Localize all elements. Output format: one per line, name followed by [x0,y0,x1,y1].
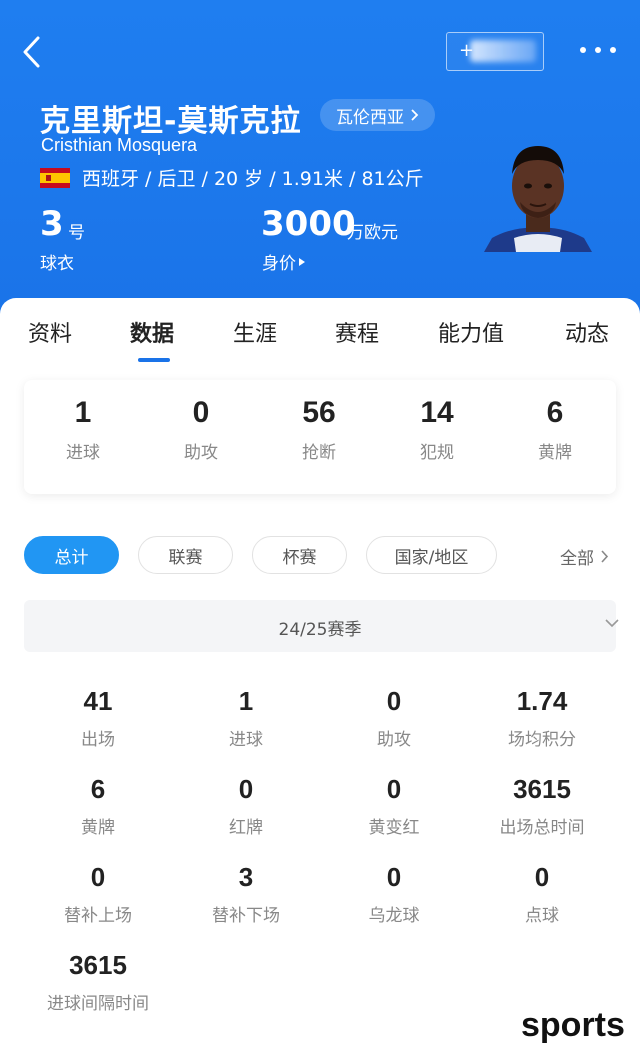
stat-label: 乌龙球 [368,906,420,926]
stat-label: 助攻 [377,730,411,750]
player-header: + 克里斯坦-莫斯克拉 瓦伦西亚 Cristhian Mosquera 西班牙 … [0,0,640,330]
stat-cell: 0 黄变红 [320,774,468,838]
more-options-icon[interactable] [580,38,616,62]
caret-right-icon [299,257,305,266]
stat-label: 进球间隔时间 [47,994,149,1014]
summary-label: 进球 [66,443,100,463]
stat-value: 41 [83,686,113,716]
stat-label: 红牌 [229,818,263,838]
season-selector[interactable]: 24/25赛季 [24,600,619,652]
stat-label: 进球 [229,730,263,750]
summary-label: 犯规 [420,443,454,463]
stat-label: 出场 [81,730,115,750]
club-name: 瓦伦西亚 [336,107,404,128]
summary-value: 6 [546,396,564,429]
filter-chip-league[interactable]: 联赛 [138,536,233,574]
stat-value: 0 [90,862,106,892]
stat-value: 3615 [69,950,127,980]
stat-cell: 41 出场 [24,686,172,750]
watermark-logo: sports [521,1006,625,1044]
chevron-right-icon [601,550,609,563]
stat-cell: 0 替补上场 [24,862,172,926]
tab-bar: 资料 数据 生涯 赛程 能力值 动态 [0,312,640,362]
stat-value: 3 [238,862,254,892]
stat-cell: 3615 进球间隔时间 [24,950,172,1014]
chevron-down-icon [605,619,619,628]
stat-cell: 1.74 场均积分 [468,686,616,750]
active-tab-indicator [138,358,170,362]
stat-label: 点球 [525,906,559,926]
stat-cell: 0 红牌 [172,774,320,838]
stat-value: 6 [90,774,106,804]
stat-value: 0 [238,774,254,804]
competition-filter: 总计 联赛 杯赛 国家/地区 全部 [0,536,640,574]
shirt-number: 3 [40,204,64,244]
filter-chip-total[interactable]: 总计 [24,536,119,574]
stat-label: 黄变红 [368,818,420,838]
market-value-label: 身价 [262,254,296,274]
summary-item: 6 黄牌 [496,380,614,463]
stat-value: 0 [534,862,550,892]
blurred-region [470,40,536,62]
summary-label: 抢断 [302,443,336,463]
stat-cell: 0 乌龙球 [320,862,468,926]
stat-label: 出场总时间 [499,818,585,838]
tab-stats[interactable]: 数据 [130,316,174,348]
player-name-cn: 克里斯坦-莫斯克拉 [40,104,302,139]
season-label: 24/25赛季 [278,620,362,640]
summary-item: 56 抢断 [260,380,378,463]
summary-label: 黄牌 [538,443,572,463]
summary-label: 助攻 [184,443,218,463]
shirt-number-unit: 号 [68,223,85,243]
player-avatar [484,138,592,252]
stat-value: 1.74 [516,686,568,716]
stat-label: 场均积分 [508,730,576,750]
stats-summary-card: 1 进球 0 助攻 56 抢断 14 犯规 6 黄牌 [24,380,616,494]
chevron-right-icon [411,109,419,121]
stat-cell: 0 助攻 [320,686,468,750]
stat-value: 0 [386,774,402,804]
club-link[interactable]: 瓦伦西亚 [320,99,435,131]
market-value-link[interactable]: 身价 [262,249,306,274]
player-name-en: Cristhian Mosquera [41,135,198,155]
stat-cell: 3 替补下场 [172,862,320,926]
summary-value: 56 [302,396,336,429]
filter-all-label: 全部 [560,549,594,569]
stat-label: 替补上场 [64,906,132,926]
tab-profile[interactable]: 资料 [28,316,72,348]
market-value-unit: 万欧元 [347,223,398,243]
spain-flag-icon [40,168,70,188]
shirt-label: 球衣 [40,254,74,274]
summary-value: 0 [192,396,210,429]
player-bio: 西班牙 / 后卫 / 20 岁 / 1.91米 / 81公斤 [82,168,424,190]
chevron-left-icon [23,36,40,68]
stat-value: 1 [238,686,254,716]
summary-value: 14 [420,396,454,429]
back-button[interactable] [16,34,48,70]
summary-item: 1 进球 [24,380,142,463]
filter-all-link[interactable]: 全部 [560,544,609,569]
stat-cell: 0 点球 [468,862,616,926]
stat-label: 替补下场 [212,906,280,926]
stat-value: 0 [386,862,402,892]
market-value: 3000 [261,204,356,244]
stat-value: 3615 [513,774,571,804]
stat-cell: 6 黄牌 [24,774,172,838]
tab-career[interactable]: 生涯 [233,316,277,348]
tab-schedule[interactable]: 赛程 [335,316,379,348]
tab-ability[interactable]: 能力值 [438,316,504,348]
filter-chip-national[interactable]: 国家/地区 [366,536,497,574]
stat-value: 0 [386,686,402,716]
stat-cell: 1 进球 [172,686,320,750]
stat-label: 黄牌 [81,818,115,838]
tab-news[interactable]: 动态 [565,316,609,348]
summary-value: 1 [74,396,92,429]
summary-item: 0 助攻 [142,380,260,463]
stat-cell: 3615 出场总时间 [468,774,616,838]
summary-item: 14 犯规 [378,380,496,463]
filter-chip-cup[interactable]: 杯赛 [252,536,347,574]
